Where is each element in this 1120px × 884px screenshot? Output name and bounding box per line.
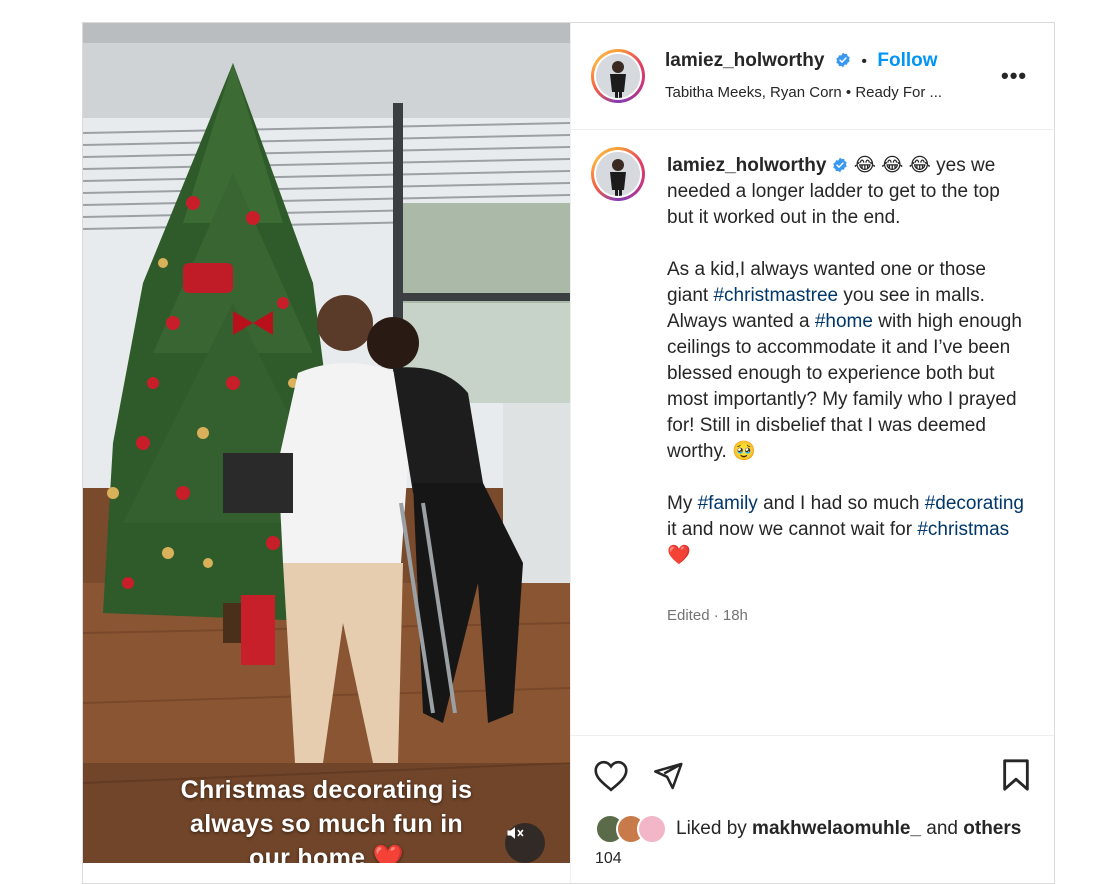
mute-button[interactable] — [505, 823, 545, 863]
caption-avatar[interactable] — [591, 147, 645, 201]
liked-by-user[interactable]: makhwelaomuhle_ — [752, 818, 921, 839]
like-heart-icon[interactable] — [593, 760, 629, 792]
heart-emoji: ❤️ — [667, 545, 691, 566]
post-media[interactable]: Christmas decorating is always so much f… — [83, 23, 570, 863]
verified-badge-icon — [833, 157, 848, 173]
liked-by-text: Liked by makhwelaomuhle_ and others — [676, 818, 1021, 840]
caption-text: lamiez_holworthy 😂 😂 😂 yes we needed a l… — [667, 153, 1027, 595]
caption-emojis: 😂 😂 😂 — [853, 155, 931, 176]
header-separator: • — [861, 53, 867, 70]
post-header: lamiez_holworthy • Follow Tabitha Meeks,… — [571, 23, 1054, 130]
liked-by-others[interactable]: others — [963, 818, 1021, 839]
caption-text-2c: with high enough ceilings to accommodate… — [667, 311, 1022, 462]
liker-avatar[interactable] — [637, 814, 667, 844]
hashtag-link[interactable]: #christmastree — [713, 285, 838, 306]
hashtag-link[interactable]: #home — [815, 311, 873, 332]
caption-text-3b: and I had so much — [757, 493, 925, 514]
caption-text-3c: it and now we cannot wait for — [667, 519, 918, 540]
action-bar: Liked by makhwelaomuhle_ and others 104 — [571, 735, 1054, 883]
profile-photo — [596, 152, 640, 196]
more-options-button[interactable]: ••• — [1001, 65, 1027, 87]
caption-paragraph-3: My #family and I had so much #decorating… — [667, 491, 1027, 569]
overlay-line: always so much fun in — [189, 810, 464, 838]
overlay-line: our home ❤️ — [249, 844, 404, 863]
overlay-line: Christmas decorating is — [180, 776, 473, 804]
share-send-icon[interactable] — [651, 760, 685, 792]
muted-speaker-icon — [507, 827, 524, 839]
verified-badge-icon — [836, 52, 850, 68]
hashtag-link[interactable]: #decorating — [925, 493, 1024, 514]
liked-by-middle: and — [921, 818, 964, 839]
video-caption-overlay: Christmas decorating is always so much f… — [83, 773, 570, 863]
header-username[interactable]: lamiez_holworthy — [665, 50, 824, 71]
caption-paragraph-1: lamiez_holworthy 😂 😂 😂 yes we needed a l… — [667, 153, 1027, 231]
post-side-panel: lamiez_holworthy • Follow Tabitha Meeks,… — [570, 23, 1054, 883]
profile-photo — [596, 54, 640, 98]
caption-paragraph-2: As a kid,I always wanted one or those gi… — [667, 257, 1027, 465]
edited-timestamp[interactable]: Edited · 18h — [667, 607, 748, 624]
liked-by-row: Liked by makhwelaomuhle_ and others — [595, 814, 1021, 844]
caption-text-3a: My — [667, 493, 698, 514]
photo-illustration — [83, 23, 570, 863]
post-card: Christmas decorating is always so much f… — [82, 22, 1055, 884]
audio-attribution[interactable]: Tabitha Meeks, Ryan Corn • Ready For ... — [665, 84, 985, 101]
caption-username[interactable]: lamiez_holworthy — [667, 155, 826, 176]
caption-section: lamiez_holworthy 😂 😂 😂 yes we needed a l… — [571, 129, 1054, 735]
liked-by-prefix: Liked by — [676, 818, 753, 839]
avatar[interactable] — [591, 49, 645, 103]
hashtag-link[interactable]: #christmas — [917, 519, 1009, 540]
header-title-row: lamiez_holworthy • Follow — [665, 50, 938, 72]
follow-button[interactable]: Follow — [877, 50, 937, 71]
hashtag-link[interactable]: #family — [698, 493, 758, 514]
save-bookmark-icon[interactable] — [1001, 758, 1031, 792]
